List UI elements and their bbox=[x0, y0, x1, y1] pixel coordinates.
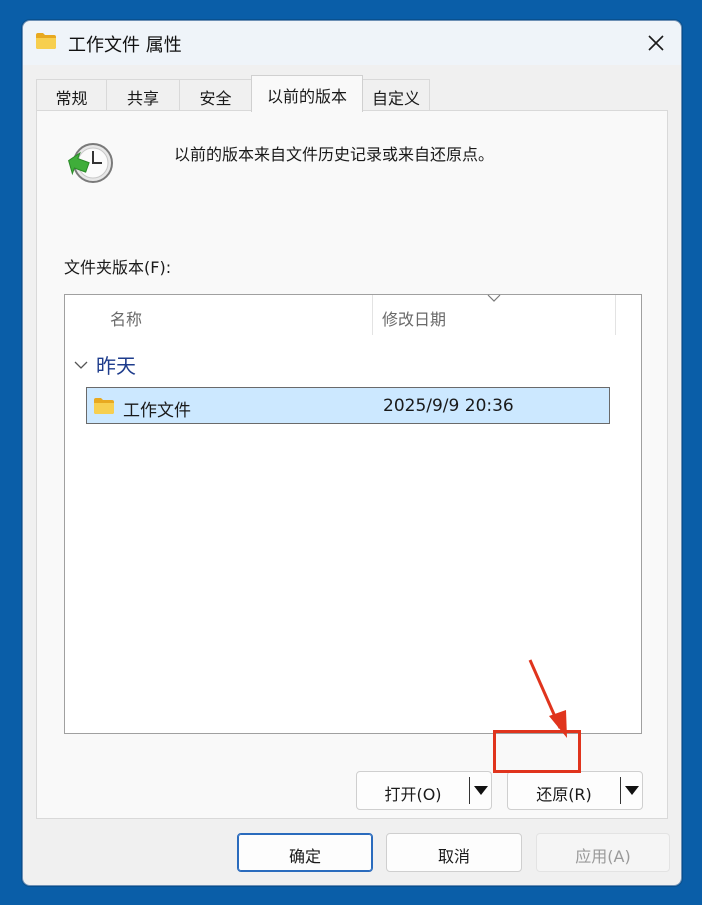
properties-dialog: 工作文件 属性 常规 共享 安全 以前的版本 自定义 以前的版本来自文件历史记录… bbox=[22, 20, 682, 886]
row-name: 工作文件 bbox=[123, 401, 191, 421]
cancel-button[interactable]: 取消 bbox=[386, 833, 522, 872]
window-title: 工作文件 属性 bbox=[68, 35, 182, 56]
close-icon bbox=[648, 35, 664, 51]
tab-customize[interactable]: 自定义 bbox=[362, 79, 430, 111]
restore-highlight-box bbox=[493, 730, 581, 773]
tab-previous-versions[interactable]: 以前的版本 bbox=[251, 75, 363, 112]
folder-icon bbox=[36, 33, 56, 49]
column-separator bbox=[615, 295, 616, 335]
close-button[interactable] bbox=[631, 21, 681, 65]
open-button[interactable]: 打开(O) bbox=[357, 772, 469, 809]
versions-list[interactable]: 名称 修改日期 昨天 工作文件 2025/9/9 20:36 bbox=[64, 294, 642, 734]
column-header-name[interactable]: 名称 bbox=[110, 295, 142, 335]
restore-button[interactable]: 还原(R) bbox=[508, 772, 620, 809]
tab-sharing[interactable]: 共享 bbox=[106, 79, 180, 111]
sort-chevron-icon bbox=[487, 294, 501, 302]
tab-security[interactable]: 安全 bbox=[179, 79, 252, 111]
restore-split-button: 还原(R) bbox=[507, 771, 643, 810]
list-item[interactable]: 工作文件 2025/9/9 20:36 bbox=[86, 387, 610, 424]
tab-general[interactable]: 常规 bbox=[36, 79, 107, 111]
group-title: 昨天 bbox=[96, 354, 136, 378]
open-split-button: 打开(O) bbox=[356, 771, 492, 810]
column-separator bbox=[372, 295, 373, 335]
title-bar: 工作文件 属性 bbox=[23, 21, 681, 65]
previous-versions-panel: 以前的版本来自文件历史记录或来自还原点。 文件夹版本(F): 名称 修改日期 昨… bbox=[36, 110, 668, 819]
row-date: 2025/9/9 20:36 bbox=[383, 396, 514, 416]
restore-dropdown-button[interactable] bbox=[621, 772, 642, 809]
info-text: 以前的版本来自文件历史记录或来自还原点。 bbox=[174, 145, 495, 164]
group-header-yesterday[interactable]: 昨天 bbox=[74, 350, 136, 379]
chevron-down-icon bbox=[74, 361, 88, 369]
apply-button[interactable]: 应用(A) bbox=[536, 833, 670, 872]
ok-button[interactable]: 确定 bbox=[237, 833, 373, 872]
column-header-modified[interactable]: 修改日期 bbox=[382, 295, 446, 335]
restore-clock-icon bbox=[68, 143, 113, 183]
folder-versions-label: 文件夹版本(F): bbox=[64, 258, 172, 277]
caret-down-icon bbox=[473, 786, 488, 795]
caret-down-icon bbox=[624, 786, 639, 795]
folder-icon bbox=[94, 398, 114, 414]
open-dropdown-button[interactable] bbox=[470, 772, 491, 809]
